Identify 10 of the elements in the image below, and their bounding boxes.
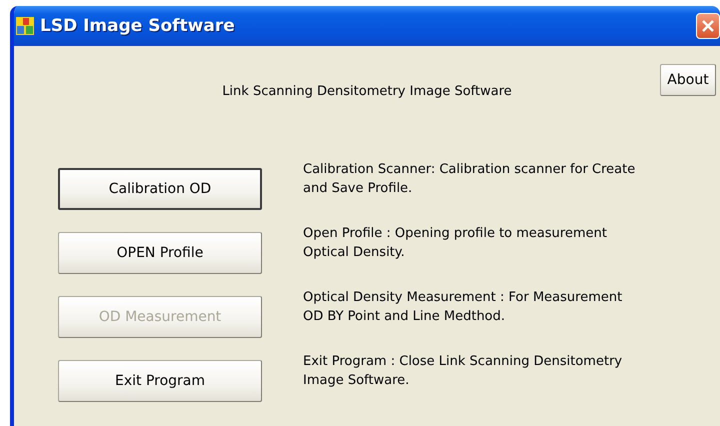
action-description: Exit Program : Close Link Scanning Densitometry Image Software. [303,353,624,390]
action-button[interactable]: Exit Program [58,360,262,402]
window-title: LSD Image Software [40,16,236,36]
action-button[interactable]: OPEN Profile [58,232,262,274]
action-description: Open Profile : Opening profile to measurement Optical Density. [303,225,608,262]
about-button[interactable]: About [660,64,716,96]
action-description: Calibration Scanner: Calibration scanner for Create and Save Profile. [303,161,636,198]
action-description: Optical Density Measurement : For Measurement OD BY Point and Line Medthod. [303,289,624,326]
heading-text: Link Scanning Densitometry Image Software [221,84,513,99]
action-button[interactable]: Calibration OD [58,168,262,210]
